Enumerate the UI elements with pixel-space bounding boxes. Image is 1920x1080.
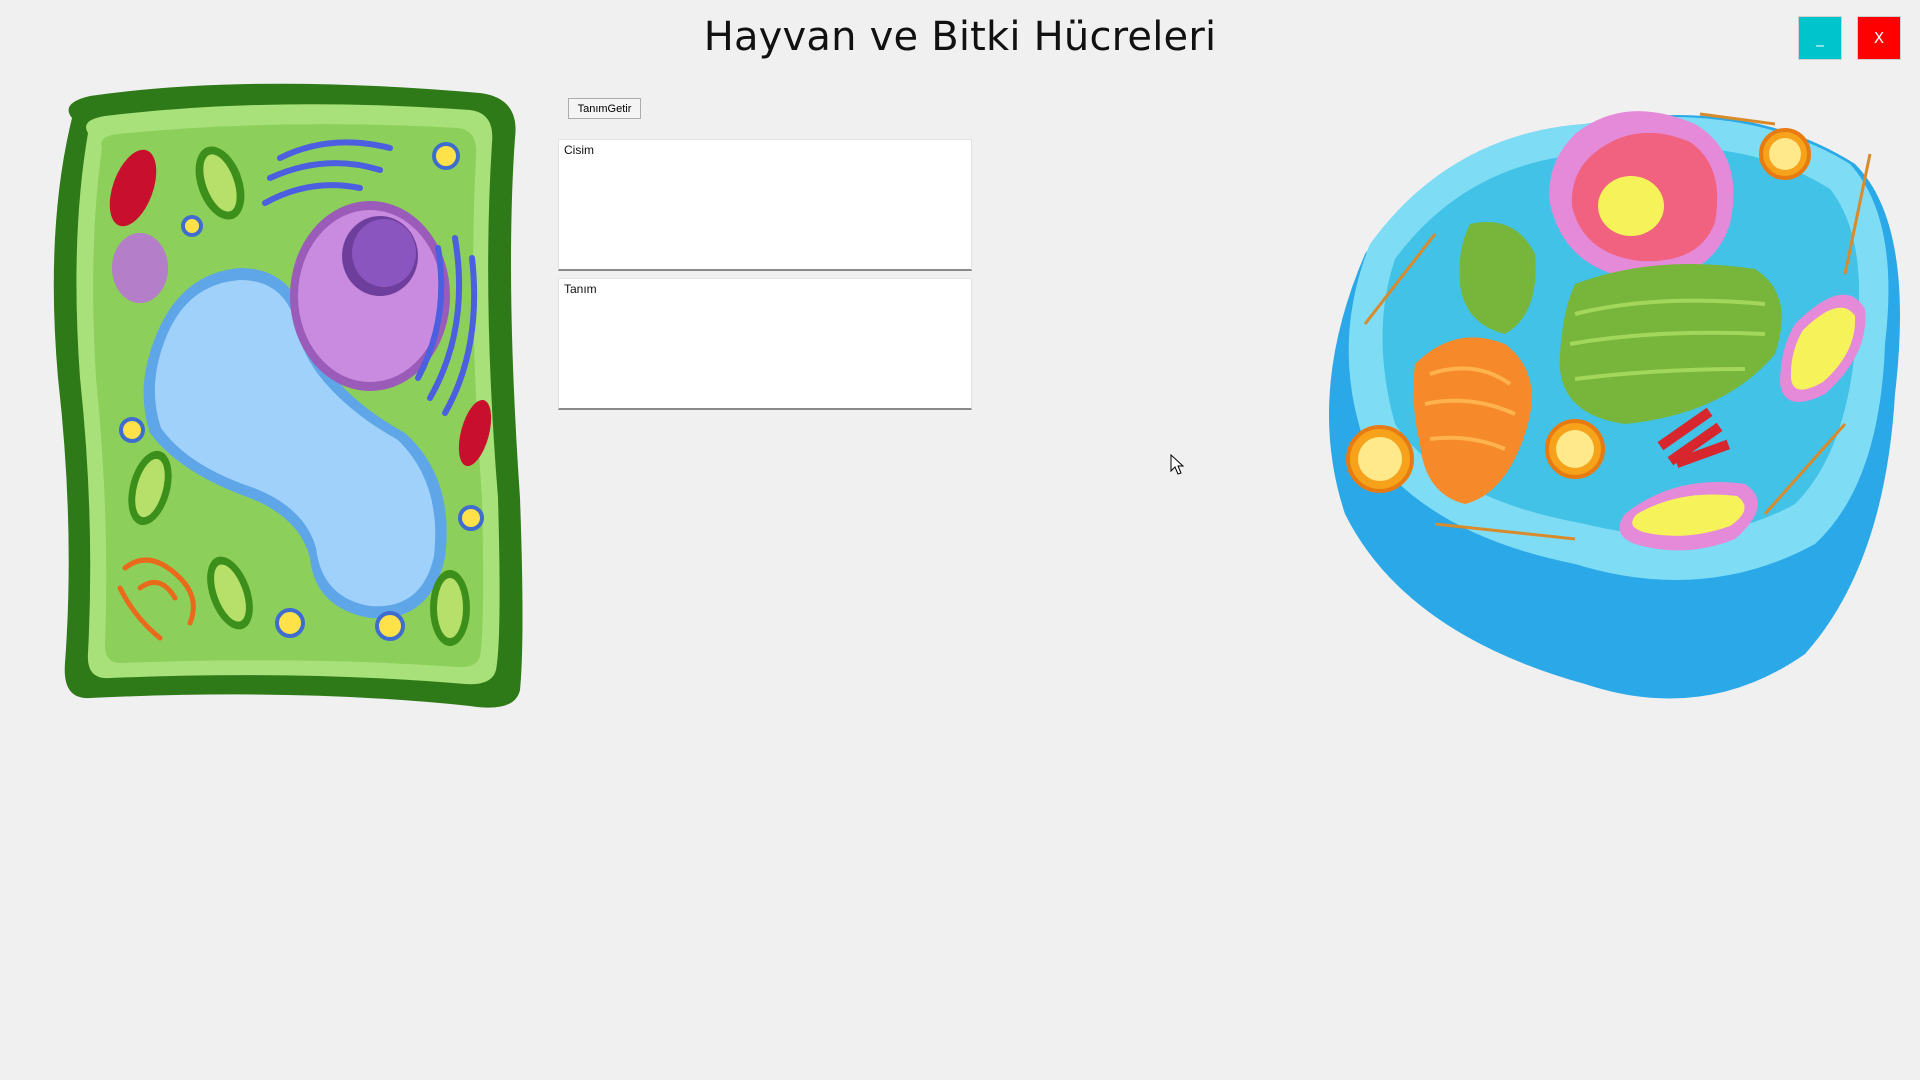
object-textbox[interactable]: Cisim bbox=[558, 139, 972, 271]
minimize-button[interactable]: _ bbox=[1798, 16, 1842, 60]
window-title: Hayvan ve Bitki Hücreleri bbox=[703, 14, 1217, 60]
plant-cell-image[interactable] bbox=[50, 78, 530, 708]
get-definition-button[interactable]: TanımGetir bbox=[568, 98, 641, 119]
animal-cell-image[interactable] bbox=[1325, 94, 1905, 706]
close-button[interactable]: X bbox=[1857, 16, 1901, 60]
mouse-cursor-icon bbox=[1170, 454, 1184, 475]
definition-textbox[interactable]: Tanım bbox=[558, 278, 972, 410]
